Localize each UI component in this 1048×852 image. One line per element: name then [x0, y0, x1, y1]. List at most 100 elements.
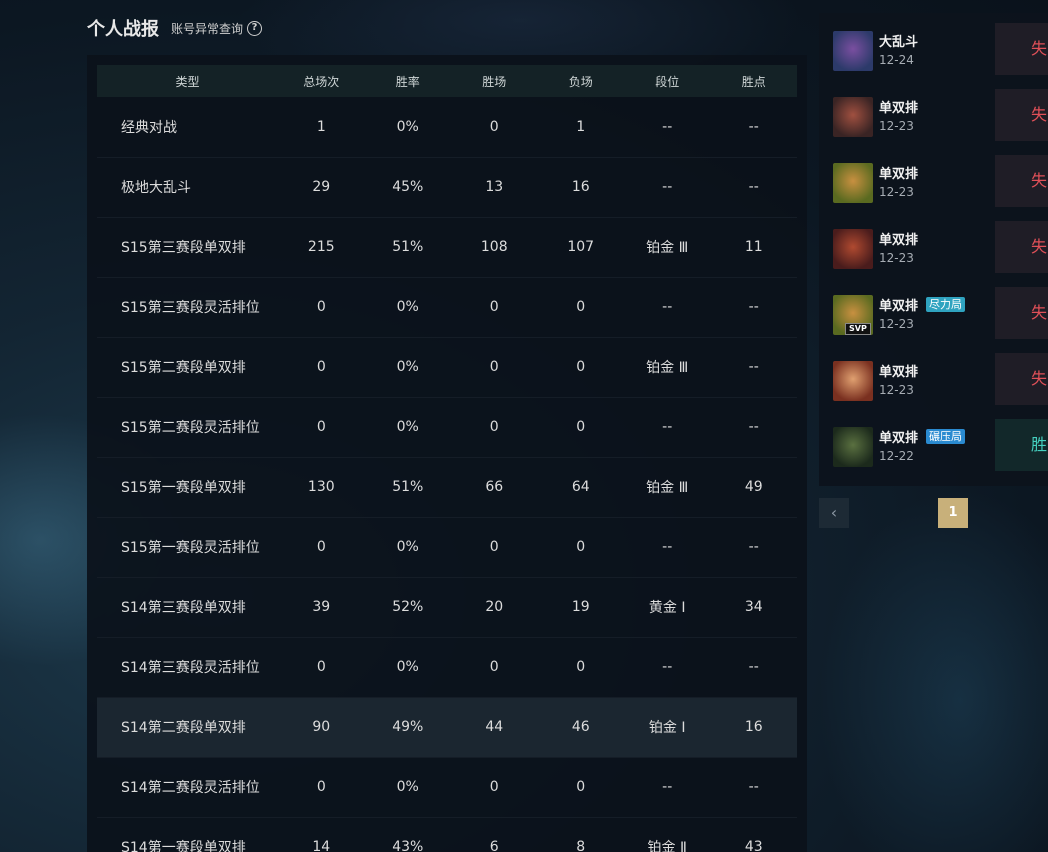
table-cell-total: 0: [316, 419, 326, 435]
table-row: S15第三赛段灵活排位 0 0% 0 0 -- --: [97, 277, 797, 337]
table-cell-type: S15第三赛段单双排: [121, 240, 246, 256]
match-result: 失: [995, 287, 1048, 339]
table-cell-wins: 6: [489, 839, 499, 852]
table-row: S14第一赛段单双排 14 43% 6 8 铂金 Ⅱ 43: [97, 817, 797, 852]
table-cell-total: 130: [307, 479, 335, 495]
table-cell-rank: --: [662, 299, 673, 315]
page-header: 个人战报 账号异常查询 ?: [87, 14, 263, 42]
table-cell-winrate: 0%: [396, 118, 419, 135]
table-cell-total: 90: [312, 719, 331, 735]
match-item[interactable]: 大乱斗 12-24 失: [819, 23, 1048, 91]
table-cell-wins: 0: [489, 779, 499, 795]
column-header-winrate: 胜率: [395, 74, 420, 89]
match-mode: 单双排: [879, 101, 919, 116]
column-header-total: 总场次: [303, 74, 340, 89]
help-icon[interactable]: ?: [247, 20, 263, 36]
table-cell-losses: 107: [567, 239, 595, 255]
column-header-wins: 胜场: [482, 74, 507, 89]
champion-portrait-icon: [833, 163, 873, 203]
prev-page-button[interactable]: ‹: [819, 498, 849, 528]
table-cell-losses: 0: [576, 359, 586, 375]
table-cell-total: 215: [307, 239, 335, 255]
champion-portrait-icon: [833, 31, 873, 71]
table-cell-rank: 黄金 Ⅰ: [648, 600, 686, 616]
table-row: S14第三赛段单双排 39 52% 20 19 黄金 Ⅰ 34: [97, 577, 797, 637]
table-cell-lp: --: [748, 539, 759, 555]
table-cell-rank: --: [662, 659, 673, 675]
table-cell-winrate: 0%: [396, 539, 419, 555]
table-cell-losses: 0: [576, 419, 586, 435]
table-cell-lp: 49: [744, 479, 763, 495]
table-cell-type: S15第二赛段单双排: [121, 360, 246, 376]
table-cell-total: 0: [316, 779, 326, 795]
table-cell-total: 0: [316, 299, 326, 315]
table-cell-wins: 66: [485, 479, 504, 495]
table-cell-rank: --: [662, 779, 673, 795]
table-cell-losses: 0: [576, 779, 586, 795]
stats-table: 类型 总场次 胜率 胜场 负场 段位 胜点 经典对战 1 0% 0 1 -- -- 极地大乱斗 29 45% 1…: [97, 65, 797, 852]
table-cell-type: 经典对战: [121, 119, 177, 136]
match-date: 12-23: [879, 383, 914, 397]
table-cell-total: 0: [316, 359, 326, 375]
match-item[interactable]: 单双排 碾压局 12-22 胜: [819, 419, 1048, 487]
match-mode: 大乱斗: [879, 35, 919, 50]
table-row: S15第二赛段灵活排位 0 0% 0 0 -- --: [97, 397, 797, 457]
account-query-link[interactable]: 账号异常查询: [171, 20, 243, 37]
table-cell-total: 0: [316, 539, 326, 555]
match-item[interactable]: 单双排 12-23 失: [819, 89, 1048, 157]
match-item[interactable]: 单双排 12-23 失: [819, 353, 1048, 421]
table-cell-winrate: 51%: [392, 479, 424, 495]
table-cell-wins: 0: [489, 419, 499, 435]
table-cell-lp: 16: [744, 719, 763, 735]
table-row: 经典对战 1 0% 0 1 -- --: [97, 97, 797, 157]
table-cell-total: 14: [312, 839, 331, 852]
table-cell-type: S14第三赛段单双排: [121, 600, 246, 616]
table-cell-losses: 46: [571, 719, 590, 735]
table-cell-wins: 108: [480, 239, 508, 255]
table-row: S15第二赛段单双排 0 0% 0 0 铂金 Ⅲ --: [97, 337, 797, 397]
champion-portrait-icon: [833, 97, 873, 137]
table-row: 极地大乱斗 29 45% 13 16 -- --: [97, 157, 797, 217]
champion-portrait-icon: [833, 361, 873, 401]
table-cell-wins: 20: [485, 599, 504, 615]
table-row: S14第二赛段单双排 90 49% 44 46 铂金 Ⅰ 16: [97, 697, 797, 757]
table-cell-wins: 0: [489, 118, 499, 135]
match-item[interactable]: SVP 单双排 尽力局 12-23 失: [819, 287, 1048, 355]
table-cell-lp: --: [748, 299, 759, 315]
champion-portrait-icon: [833, 427, 873, 467]
table-cell-type: S14第二赛段单双排: [121, 720, 246, 736]
page-button-current[interactable]: 1: [938, 498, 968, 528]
match-item[interactable]: 单双排 12-23 失: [819, 221, 1048, 289]
match-date: 12-24: [879, 53, 914, 67]
match-mode: 单双排: [879, 167, 919, 182]
table-row: S15第一赛段单双排 130 51% 66 64 铂金 Ⅲ 49: [97, 457, 797, 517]
table-cell-losses: 0: [576, 659, 586, 675]
match-date: 12-23: [879, 185, 914, 199]
table-cell-lp: --: [748, 118, 759, 135]
table-cell-losses: 64: [571, 479, 590, 495]
column-header-lp: 胜点: [741, 74, 766, 89]
table-row: S14第二赛段灵活排位 0 0% 0 0 -- --: [97, 757, 797, 817]
table-cell-type: S14第二赛段灵活排位: [121, 780, 260, 796]
table-cell-type: S15第二赛段灵活排位: [121, 420, 260, 436]
table-cell-rank: 铂金 Ⅲ: [646, 360, 689, 376]
table-cell-type: S15第三赛段灵活排位: [121, 300, 260, 316]
match-item[interactable]: 单双排 12-23 失: [819, 155, 1048, 223]
match-result: 胜: [995, 419, 1048, 471]
match-date: 12-23: [879, 119, 914, 133]
match-history-list: 大乱斗 12-24 失单双排 12-23 失单双排 12-23 失单双排 12-23 失 SVP 单…: [819, 13, 1048, 486]
match-mode: 单双排: [879, 233, 919, 248]
table-cell-winrate: 0%: [396, 419, 419, 435]
table-cell-total: 39: [312, 599, 331, 615]
match-tag-badge: 碾压局: [926, 429, 965, 444]
table-cell-type: S15第一赛段单双排: [121, 480, 246, 496]
table-cell-winrate: 49%: [392, 719, 424, 735]
table-cell-rank: --: [662, 179, 673, 195]
table-cell-winrate: 43%: [392, 839, 424, 852]
table-cell-rank: 铂金 Ⅱ: [647, 840, 687, 852]
table-cell-lp: --: [748, 359, 759, 375]
table-cell-lp: --: [748, 779, 759, 795]
table-cell-lp: --: [748, 419, 759, 435]
table-cell-rank: --: [662, 118, 673, 135]
table-cell-rank: --: [662, 539, 673, 555]
